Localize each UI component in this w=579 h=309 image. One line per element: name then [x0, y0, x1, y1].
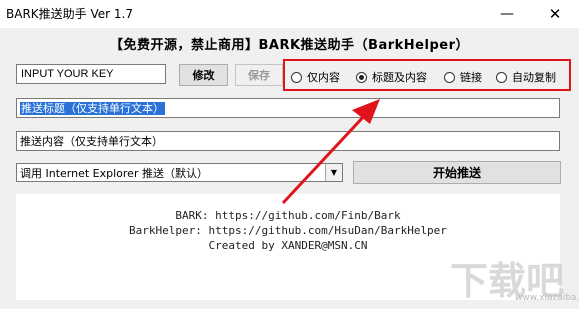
app-header: 【免费开源，禁止商用】BARK推送助手（BarkHelper） — [110, 38, 469, 53]
radio-auto-copy[interactable]: 自动复制 — [496, 69, 556, 85]
window-title: BARK推送助手 Ver 1.7 — [6, 7, 133, 21]
bark-link-text: BARK: https://github.com/Finb/Bark — [175, 209, 401, 222]
radio-circle-icon — [444, 71, 455, 83]
save-button[interactable]: 保存 — [235, 64, 283, 86]
radio-circle-icon — [291, 71, 302, 83]
minimize-button[interactable]: — — [484, 0, 530, 28]
radio-title-and-content[interactable]: 标题及内容 — [356, 69, 427, 85]
radio-circle-checked-icon — [356, 71, 367, 83]
watermark-url: www.xiazaiba.com — [515, 293, 579, 303]
modify-button[interactable]: 修改 — [179, 64, 228, 86]
radio-label: 链接 — [460, 71, 482, 84]
key-input[interactable]: INPUT YOUR KEY — [16, 64, 166, 84]
radio-circle-icon — [496, 71, 507, 83]
send-button[interactable]: 开始推送 — [353, 161, 561, 184]
app-window: BARK推送助手 Ver 1.7 — ✕ 【免费开源，禁止商用】BARK推送助手… — [0, 0, 579, 309]
radio-content-only[interactable]: 仅内容 — [291, 69, 340, 85]
title-bar: BARK推送助手 Ver 1.7 — ✕ — [0, 0, 579, 28]
push-content-input[interactable]: 推送内容（仅支持单行文本） — [16, 131, 560, 151]
push-title-text: 推送标题（仅支持单行文本） — [20, 102, 165, 115]
close-button[interactable]: ✕ — [532, 0, 578, 28]
radio-label: 仅内容 — [307, 71, 340, 84]
barkhelper-link-text: BarkHelper: https://github.com/HsuDan/Ba… — [129, 224, 447, 237]
browser-select[interactable]: 调用 Internet Explorer 推送（默认） ▼ — [16, 163, 343, 182]
browser-select-value: 调用 Internet Explorer 推送（默认） — [20, 167, 208, 180]
push-title-input[interactable]: 推送标题（仅支持单行文本） — [16, 98, 560, 118]
radio-label: 标题及内容 — [372, 71, 427, 84]
push-mode-radio-group: 仅内容 标题及内容 链接 自动复制 — [283, 59, 571, 91]
dropdown-arrow-icon[interactable]: ▼ — [325, 164, 342, 181]
radio-label: 自动复制 — [512, 71, 556, 84]
radio-link[interactable]: 链接 — [444, 69, 482, 85]
